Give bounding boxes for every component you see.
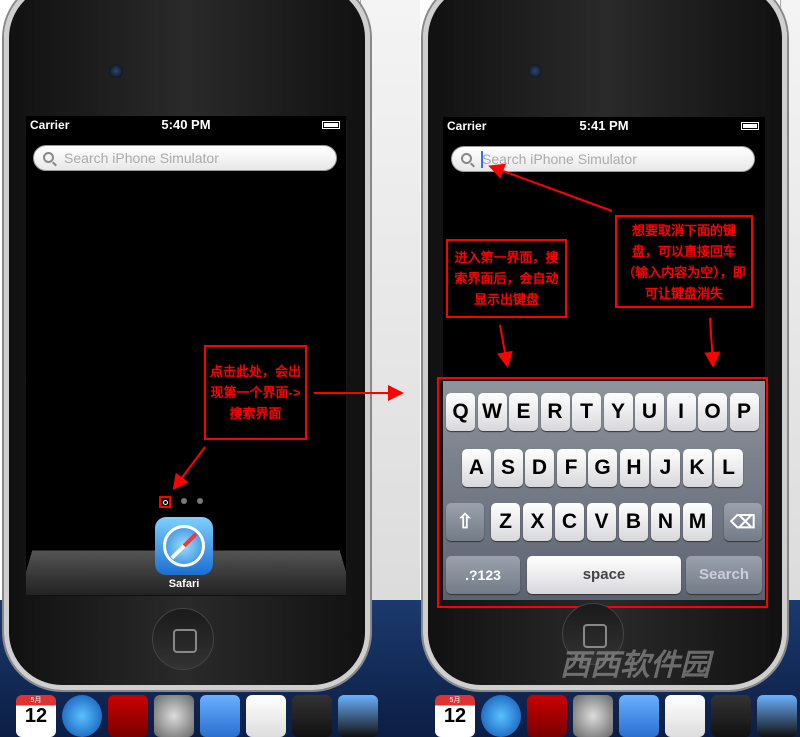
system-preferences-icon[interactable] xyxy=(573,695,613,737)
mac-dock-right: 5月 12 xyxy=(433,677,800,737)
terminal-icon[interactable] xyxy=(711,695,751,737)
textedit-icon[interactable] xyxy=(246,695,286,737)
watermark: 西西软件园 xyxy=(560,649,710,682)
annotation-arrows xyxy=(172,163,721,491)
ios-simulator-icon[interactable] xyxy=(338,695,378,737)
itunes-icon[interactable] xyxy=(481,695,521,737)
calendar-icon[interactable]: 5月 12 xyxy=(435,695,475,737)
mac-dock-left: 5月 12 xyxy=(14,677,384,737)
arrow xyxy=(704,317,721,368)
calendar-icon[interactable]: 5月 12 xyxy=(16,695,56,737)
calendar-day: 12 xyxy=(24,705,48,727)
calendar-day: 12 xyxy=(443,705,467,727)
arrow xyxy=(172,446,206,491)
system-preferences-icon[interactable] xyxy=(154,695,194,737)
ios-simulator-icon[interactable] xyxy=(757,695,797,737)
arrow xyxy=(497,324,513,368)
photo-booth-icon[interactable] xyxy=(527,695,567,737)
itunes-icon[interactable] xyxy=(62,695,102,737)
terminal-icon[interactable] xyxy=(292,695,332,737)
photo-booth-icon[interactable] xyxy=(108,695,148,737)
textedit-icon[interactable] xyxy=(665,695,705,737)
arrow xyxy=(488,163,613,212)
xcode-icon[interactable] xyxy=(619,695,659,737)
calendar-month: 5月 xyxy=(449,697,461,704)
xcode-icon[interactable] xyxy=(200,695,240,737)
calendar-month: 5月 xyxy=(30,697,42,704)
